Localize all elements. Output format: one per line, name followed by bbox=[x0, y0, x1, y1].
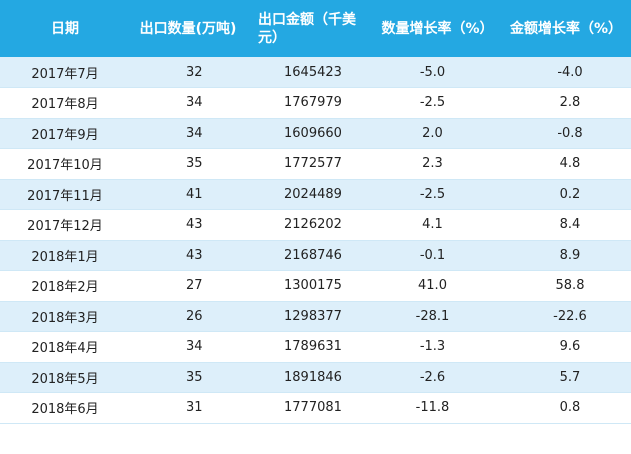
cell-quantity: 41 bbox=[186, 186, 203, 202]
cell-qty-growth: 2.3 bbox=[422, 156, 443, 172]
cell-amount: 2024489 bbox=[284, 186, 342, 202]
export-table-container: 日期 出口数量(万吨) 出口金额（千美元） 数量增长率（%） 金额增长率（%） … bbox=[0, 0, 631, 454]
table-row: 2017年11月 41 2024489 -2.5 0.2 bbox=[0, 179, 631, 210]
cell-amount: 1789631 bbox=[284, 339, 342, 355]
cell-qty-growth: -0.1 bbox=[419, 247, 446, 263]
cell-date: 2017年8月 bbox=[31, 97, 99, 113]
cell-amount: 1300175 bbox=[284, 278, 342, 294]
cell-qty-growth: -28.1 bbox=[415, 308, 450, 324]
cell-date: 2018年3月 bbox=[31, 310, 99, 326]
cell-quantity: 35 bbox=[186, 156, 203, 172]
cell-quantity: 27 bbox=[186, 278, 203, 294]
cell-amount: 2168746 bbox=[284, 247, 342, 263]
cell-amt-growth: 0.2 bbox=[559, 186, 581, 202]
cell-quantity: 32 bbox=[186, 64, 203, 80]
cell-date: 2018年2月 bbox=[31, 280, 99, 296]
cell-amt-growth: -4.0 bbox=[557, 64, 583, 80]
header-date: 日期 bbox=[51, 20, 79, 37]
cell-quantity: 35 bbox=[186, 369, 203, 385]
header-quantity: 出口数量(万吨) bbox=[139, 20, 237, 37]
cell-date: 2017年9月 bbox=[31, 127, 99, 143]
export-data-table: 日期 出口数量(万吨) 出口金额（千美元） 数量增长率（%） 金额增长率（%） … bbox=[0, 0, 631, 424]
table-row: 2017年8月 34 1767979 -2.5 2.8 bbox=[0, 87, 631, 118]
cell-qty-growth: 4.1 bbox=[422, 217, 443, 233]
cell-amount: 1767979 bbox=[284, 95, 342, 111]
cell-date: 2017年11月 bbox=[27, 188, 103, 204]
cell-date: 2017年7月 bbox=[31, 66, 99, 82]
cell-qty-growth: -11.8 bbox=[415, 400, 450, 416]
cell-quantity: 43 bbox=[186, 217, 203, 233]
table-row: 2018年2月 27 1300175 41.0 58.8 bbox=[0, 270, 631, 301]
table-row: 2018年6月 31 1777081 -11.8 0.8 bbox=[0, 392, 631, 423]
cell-amt-growth: 8.9 bbox=[559, 247, 581, 263]
cell-quantity: 26 bbox=[186, 308, 203, 324]
cell-quantity: 34 bbox=[186, 125, 203, 141]
table-row: 2017年7月 32 1645423 -5.0 -4.0 bbox=[0, 57, 631, 88]
cell-qty-growth: 2.0 bbox=[422, 125, 443, 141]
cell-date: 2018年6月 bbox=[31, 402, 99, 418]
table-row: 2017年10月 35 1772577 2.3 4.8 bbox=[0, 148, 631, 179]
cell-amt-growth: -22.6 bbox=[553, 308, 587, 324]
cell-date: 2017年10月 bbox=[27, 158, 103, 174]
header-qty-growth: 数量增长率（%） bbox=[381, 20, 494, 37]
cell-date: 2018年1月 bbox=[31, 249, 99, 265]
cell-qty-growth: -5.0 bbox=[419, 64, 446, 80]
cell-qty-growth: 41.0 bbox=[418, 278, 447, 294]
cell-amount: 1777081 bbox=[284, 400, 342, 416]
cell-amt-growth: 5.7 bbox=[559, 369, 581, 385]
cell-amt-growth: 0.8 bbox=[559, 400, 581, 416]
cell-quantity: 34 bbox=[186, 339, 203, 355]
cell-qty-growth: -1.3 bbox=[419, 339, 446, 355]
cell-amt-growth: -0.8 bbox=[557, 125, 583, 141]
cell-amt-growth: 2.8 bbox=[559, 95, 581, 111]
table-body: 2017年7月 32 1645423 -5.0 -4.0 2017年8月 34 1767979… bbox=[0, 57, 631, 423]
cell-date: 2017年12月 bbox=[27, 219, 103, 235]
cell-qty-growth: -2.5 bbox=[419, 95, 446, 111]
table-row: 2017年9月 34 1609660 2.0 -0.8 bbox=[0, 118, 631, 149]
table-row: 2018年5月 35 1891846 -2.6 5.7 bbox=[0, 362, 631, 393]
cell-amt-growth: 58.8 bbox=[555, 278, 585, 294]
cell-amount: 1891846 bbox=[284, 369, 342, 385]
table-row: 2018年1月 43 2168746 -0.1 8.9 bbox=[0, 240, 631, 271]
cell-date: 2018年4月 bbox=[31, 341, 99, 357]
cell-amount: 1609660 bbox=[284, 125, 342, 141]
cell-amount: 1645423 bbox=[284, 64, 342, 80]
cell-quantity: 43 bbox=[186, 247, 203, 263]
cell-quantity: 34 bbox=[186, 95, 203, 111]
cell-amt-growth: 4.8 bbox=[559, 156, 581, 172]
header-amt-growth: 金额增长率（%） bbox=[509, 20, 623, 37]
cell-amt-growth: 8.4 bbox=[559, 217, 581, 233]
cell-amount: 1772577 bbox=[284, 156, 342, 172]
table-header-row: 日期 出口数量(万吨) 出口金额（千美元） 数量增长率（%） 金额增长率（%） bbox=[0, 0, 631, 57]
header-amount: 出口金额（千美元） bbox=[258, 11, 356, 46]
table-row: 2017年12月 43 2126202 4.1 8.4 bbox=[0, 209, 631, 240]
cell-qty-growth: -2.6 bbox=[419, 369, 446, 385]
cell-date: 2018年5月 bbox=[31, 371, 99, 387]
cell-qty-growth: -2.5 bbox=[419, 186, 446, 202]
table-row: 2018年3月 26 1298377 -28.1 -22.6 bbox=[0, 301, 631, 332]
table-row: 2018年4月 34 1789631 -1.3 9.6 bbox=[0, 331, 631, 362]
cell-amt-growth: 9.6 bbox=[559, 339, 581, 355]
cell-amount: 2126202 bbox=[284, 217, 342, 233]
cell-quantity: 31 bbox=[186, 400, 203, 416]
cell-amount: 1298377 bbox=[284, 308, 342, 324]
